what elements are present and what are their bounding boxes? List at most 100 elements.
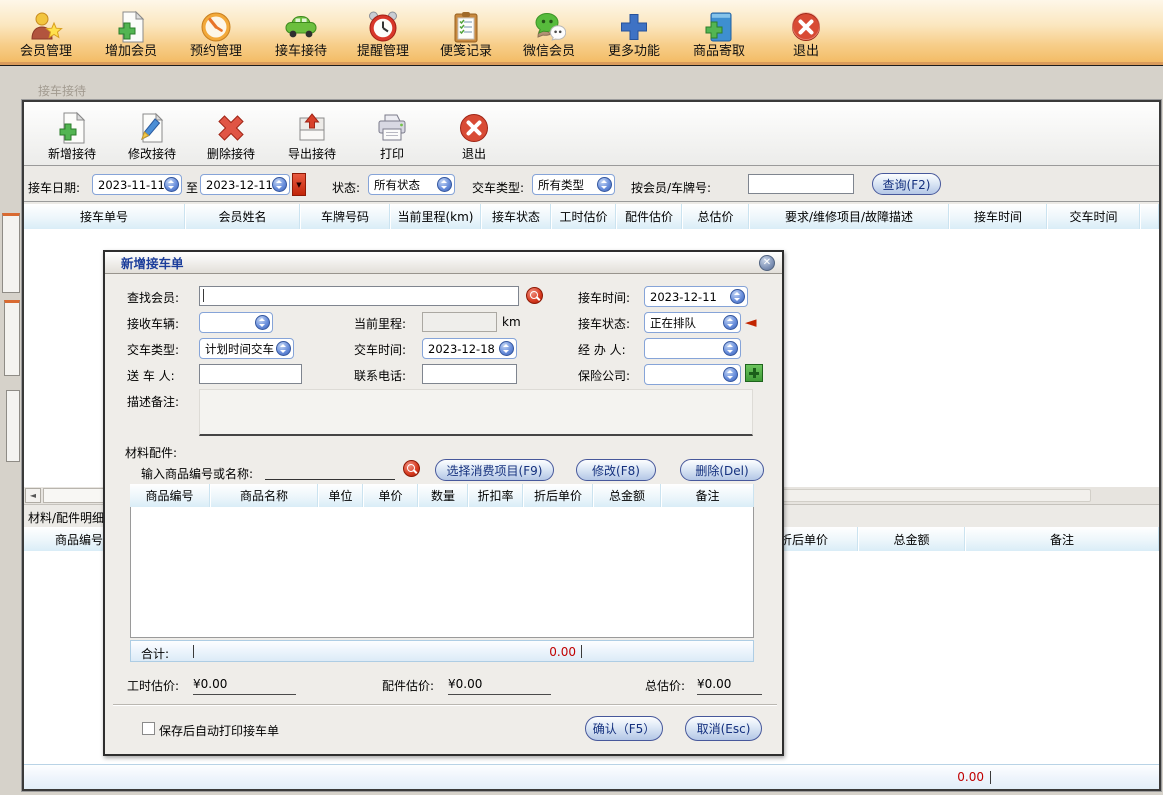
toolbar-item-label: 接车接待	[275, 44, 327, 60]
exit-reception-button[interactable]: 退出	[434, 104, 514, 162]
grand-estimate-label: 总估价:	[645, 677, 685, 694]
search-member-input[interactable]	[199, 286, 519, 306]
toolbar-item-wechat[interactable]: 微信会员	[507, 6, 591, 60]
materials-search-magnifier-icon[interactable]	[403, 460, 420, 477]
toolbar-item-exit[interactable]: 退出	[764, 6, 848, 60]
modify-reception-button[interactable]: 修改接待	[112, 104, 192, 162]
deliver-type-filter-select[interactable]: 所有类型	[532, 174, 615, 195]
sender-input[interactable]	[199, 364, 302, 384]
vehicle-select[interactable]	[199, 312, 273, 333]
receive-time-select[interactable]: 2023-12-11	[644, 286, 748, 307]
deliver-time-value: 2023-12-18	[428, 342, 499, 356]
labor-estimate-label: 工时估价:	[127, 677, 179, 694]
dialog-close-button[interactable]: ✕	[759, 255, 775, 271]
operator-select[interactable]	[644, 338, 741, 359]
column-header: 备注	[965, 527, 1159, 551]
background-window-edge	[6, 390, 20, 462]
deliver-type-select[interactable]: 计划时间交车	[199, 338, 294, 359]
mileage-label: 当前里程:	[354, 315, 406, 332]
toolbar-item-label: 商品寄取	[693, 44, 745, 60]
insurer-select[interactable]	[644, 364, 741, 385]
column-header: 接车单号	[24, 204, 185, 229]
spinner-icon[interactable]	[723, 341, 738, 356]
window-title: 接车接待	[38, 82, 86, 99]
column-header: 商品编号	[130, 484, 210, 507]
deliver-type-filter-label: 交车类型:	[472, 179, 524, 196]
deliver-time-select[interactable]: 2023-12-18	[422, 338, 517, 359]
new-reception-button[interactable]: 新增接待	[32, 104, 112, 162]
materials-total-row: 合计: 0.00	[130, 640, 754, 662]
member-filter-input[interactable]	[748, 174, 854, 194]
member-manage-icon	[29, 10, 63, 44]
column-header: 总金额	[858, 527, 965, 551]
column-header: 接车状态	[481, 204, 551, 229]
materials-table-body[interactable]	[130, 507, 754, 638]
spinner-icon[interactable]	[723, 367, 738, 382]
column-header: 接车时间	[949, 204, 1047, 229]
toolbar-item-reminder[interactable]: 提醒管理	[341, 6, 425, 60]
query-button[interactable]: 查询(F2)	[872, 173, 941, 195]
spinner-icon[interactable]	[255, 315, 270, 330]
scroll-left-button[interactable]: ◄	[25, 488, 41, 503]
divider	[113, 704, 777, 706]
add-insurer-button[interactable]	[745, 364, 763, 382]
modify-item-button[interactable]: 修改(F8)	[576, 459, 656, 481]
column-header: 折扣率	[468, 484, 523, 507]
vehicle-label: 接收车辆:	[127, 315, 179, 332]
delete-reception-button[interactable]: 删除接待	[191, 104, 271, 162]
toolbar-item-label: 微信会员	[523, 44, 575, 60]
spinner-icon[interactable]	[272, 177, 287, 192]
status-select[interactable]: 正在排队	[644, 312, 741, 333]
deliver-type-value: 计划时间交车	[205, 341, 276, 357]
parts-estimate-value: ¥0.00	[448, 677, 551, 695]
button-label: 取消(Esc)	[697, 720, 751, 737]
deliver-time-label: 交车时间:	[354, 341, 406, 358]
toolbar-item-notes[interactable]: 便笺记录	[424, 6, 508, 60]
text-caret	[581, 645, 582, 658]
spinner-icon[interactable]	[723, 315, 738, 330]
spinner-icon[interactable]	[276, 341, 291, 356]
status-filter-value: 所有状态	[374, 177, 437, 193]
select-consume-item-button[interactable]: 选择消费项目(F9)	[435, 459, 554, 481]
auto-print-checkbox[interactable]	[142, 722, 155, 735]
toolbar-item-member-manage[interactable]: 会员管理	[4, 6, 88, 60]
delete-x-icon	[214, 111, 248, 145]
spinner-icon[interactable]	[164, 177, 179, 192]
export-reception-button[interactable]: 导出接待	[272, 104, 352, 162]
toolbar-item-more[interactable]: 更多功能	[592, 6, 676, 60]
dialog-titlebar[interactable]: 新增接车单	[105, 252, 782, 274]
search-member-magnifier-icon[interactable]	[526, 287, 543, 304]
grand-estimate-value: ¥0.00	[697, 677, 762, 695]
date-filter-label: 接车日期:	[28, 179, 80, 196]
column-header: 当前里程(km)	[390, 204, 481, 229]
print-button[interactable]: 打印	[352, 104, 432, 162]
printer-icon	[375, 111, 409, 145]
status-label: 接车状态:	[578, 315, 630, 332]
confirm-button[interactable]: 确认（F5）	[585, 716, 663, 741]
cancel-button[interactable]: 取消(Esc)	[685, 716, 762, 741]
column-header: 折后单价	[523, 484, 593, 507]
main-toolbar: 会员管理 增加会员 预约管理 接车接待 提醒管理 便笺记录 微信会员 更多功能 …	[0, 0, 1163, 62]
date-dropdown-button[interactable]: ▼	[292, 173, 306, 196]
date-from-select[interactable]: 2023-11-11	[92, 174, 182, 195]
column-header: 交车时间	[1047, 204, 1140, 229]
delete-item-button[interactable]: 删除(Del)	[680, 459, 764, 481]
toolbar-item-add-member[interactable]: 增加会员	[89, 6, 173, 60]
materials-search-input[interactable]	[265, 462, 395, 480]
spinner-icon[interactable]	[437, 177, 452, 192]
mileage-unit: km	[502, 315, 521, 329]
date-to-select[interactable]: 2023-12-11	[200, 174, 290, 195]
toolbar-item-goods-deposit[interactable]: 商品寄取	[677, 6, 761, 60]
spinner-icon[interactable]	[597, 177, 612, 192]
toolbar-item-car-reception[interactable]: 接车接待	[259, 6, 343, 60]
column-header: 商品名称	[210, 484, 318, 507]
detail-panel-title: 材料/配件明细	[28, 509, 104, 526]
spinner-icon[interactable]	[499, 341, 514, 356]
column-header: 单价	[363, 484, 418, 507]
remark-textarea[interactable]	[199, 389, 753, 436]
status-filter-select[interactable]: 所有状态	[368, 174, 455, 195]
phone-input[interactable]	[422, 364, 517, 384]
spinner-icon[interactable]	[730, 289, 745, 304]
export-icon	[295, 111, 329, 145]
toolbar-item-appointment[interactable]: 预约管理	[174, 6, 258, 60]
